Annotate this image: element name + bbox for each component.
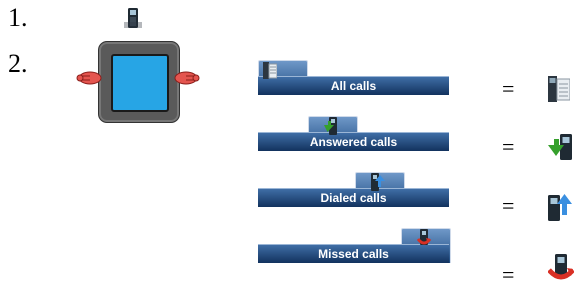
left-pointing-hand-icon [76,71,102,85]
answered-calls-icon [548,134,572,160]
tab-label-all-calls: All calls [330,79,377,93]
dialed-calls-icon [548,194,572,221]
tab-all-calls[interactable]: All calls [258,58,449,95]
equals-sign: = [502,262,515,287]
tab-label-dialed-calls: Dialed calls [320,191,387,205]
tab-dialed-calls[interactable]: Dialed calls [258,170,449,207]
equals-sign: = [502,134,515,159]
missed-calls-icon [417,229,431,245]
tab-label-missed-calls: Missed calls [318,247,389,261]
equals-sign: = [502,193,515,218]
phone-handset-icon [124,8,142,28]
equals-sign: = [502,76,515,101]
step-1-number: 1. [8,3,28,32]
step-2-number: 2. [8,49,28,78]
all-calls-icon [548,76,570,102]
right-pointing-hand-icon [174,71,200,85]
navigation-key-screen [111,54,169,112]
navigation-key-icon [98,41,180,123]
tab-label-answered-calls: Answered calls [309,135,398,149]
missed-calls-icon [548,254,574,280]
all-calls-icon [263,62,277,79]
dialed-calls-icon [371,173,385,191]
tab-missed-calls[interactable]: Missed calls [258,226,451,263]
tab-answered-calls[interactable]: Answered calls [258,114,449,151]
answered-calls-icon [324,117,337,135]
